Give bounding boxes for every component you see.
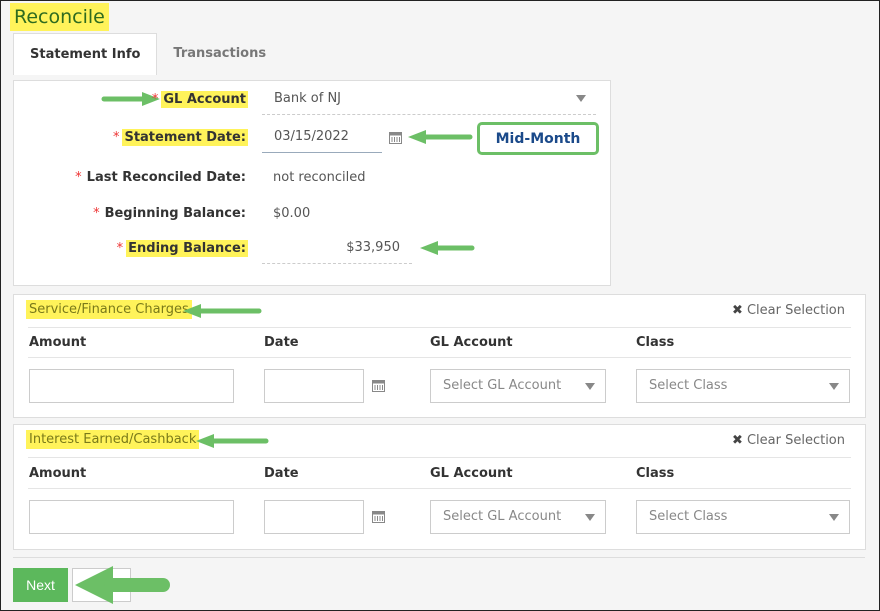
service-charges-panel: Service/Finance Charges ✖ Clear Selection… <box>13 294 866 418</box>
divider <box>28 488 851 489</box>
column-amount: Amount <box>29 466 87 481</box>
beginning-balance-value: $0.00 <box>273 205 311 221</box>
gl-account-select[interactable]: Bank of NJ <box>262 87 596 115</box>
calendar-icon[interactable] <box>372 379 385 392</box>
interest-class-select[interactable]: Select Class <box>636 500 850 534</box>
divider <box>28 357 851 358</box>
calendar-icon[interactable] <box>372 510 385 523</box>
annotation-arrow-icon <box>75 566 170 604</box>
annotation-arrow-icon <box>196 434 269 448</box>
tab-statement-info[interactable]: Statement Info <box>13 33 158 75</box>
statement-date-input[interactable]: 03/15/2022 <box>262 125 382 153</box>
close-icon: ✖ <box>732 433 743 448</box>
service-clear-selection[interactable]: ✖ Clear Selection <box>732 303 845 318</box>
interest-earned-title: Interest Earned/Cashback <box>26 430 200 449</box>
interest-earned-panel: Interest Earned/Cashback ✖ Clear Selectio… <box>13 424 866 550</box>
gl-account-row: * GL Account Bank of NJ <box>14 87 612 115</box>
annotation-arrow-icon <box>408 130 473 144</box>
interest-clear-selection[interactable]: ✖ Clear Selection <box>732 433 845 448</box>
mid-month-badge: Mid-Month <box>477 122 599 155</box>
service-amount-input[interactable] <box>29 369 234 403</box>
ending-balance-row: * Ending Balance: $33,950 <box>14 236 612 264</box>
ending-balance-input[interactable]: $33,950 <box>262 236 412 264</box>
chevron-down-icon <box>585 383 595 390</box>
close-icon: ✖ <box>732 303 743 318</box>
last-reconciled-value: not reconciled <box>273 169 366 185</box>
service-charges-title: Service/Finance Charges <box>26 300 192 319</box>
chevron-down-icon <box>576 95 586 102</box>
calendar-icon[interactable] <box>389 131 402 144</box>
page-title: Reconcile <box>10 3 109 31</box>
interest-gl-account-select[interactable]: Select GL Account <box>430 500 606 534</box>
chevron-down-icon <box>585 514 595 521</box>
column-class: Class <box>636 335 675 350</box>
interest-amount-input[interactable] <box>29 500 234 534</box>
last-reconciled-row: * Last Reconciled Date: not reconciled <box>14 165 612 189</box>
annotation-arrow-icon <box>420 241 475 255</box>
divider <box>28 457 851 458</box>
gl-account-label: * GL Account <box>151 90 248 108</box>
column-amount: Amount <box>29 335 87 350</box>
column-class: Class <box>636 466 675 481</box>
beginning-balance-label: * Beginning Balance: <box>93 205 246 221</box>
tab-transactions[interactable]: Transactions <box>157 33 282 75</box>
column-gl-account: GL Account <box>430 466 513 481</box>
column-gl-account: GL Account <box>430 335 513 350</box>
divider <box>28 327 851 328</box>
interest-date-input[interactable] <box>264 500 364 534</box>
ending-balance-label: * Ending Balance: <box>116 239 248 257</box>
column-date: Date <box>264 466 299 481</box>
next-button[interactable]: Next <box>13 568 68 602</box>
tab-bar: Statement Info Transactions <box>13 33 282 75</box>
service-class-select[interactable]: Select Class <box>636 369 850 403</box>
chevron-down-icon <box>829 514 839 521</box>
last-reconciled-label: * Last Reconciled Date: <box>75 169 246 185</box>
footer-divider <box>13 557 865 558</box>
chevron-down-icon <box>829 383 839 390</box>
service-date-input[interactable] <box>264 369 364 403</box>
annotation-arrow-icon <box>183 304 262 318</box>
statement-info-panel: * GL Account Bank of NJ * Statement Date: … <box>13 80 611 286</box>
statement-date-label: * Statement Date: <box>112 128 248 146</box>
service-gl-account-select[interactable]: Select GL Account <box>430 369 606 403</box>
beginning-balance-row: * Beginning Balance: $0.00 <box>14 201 612 225</box>
column-date: Date <box>264 335 299 350</box>
